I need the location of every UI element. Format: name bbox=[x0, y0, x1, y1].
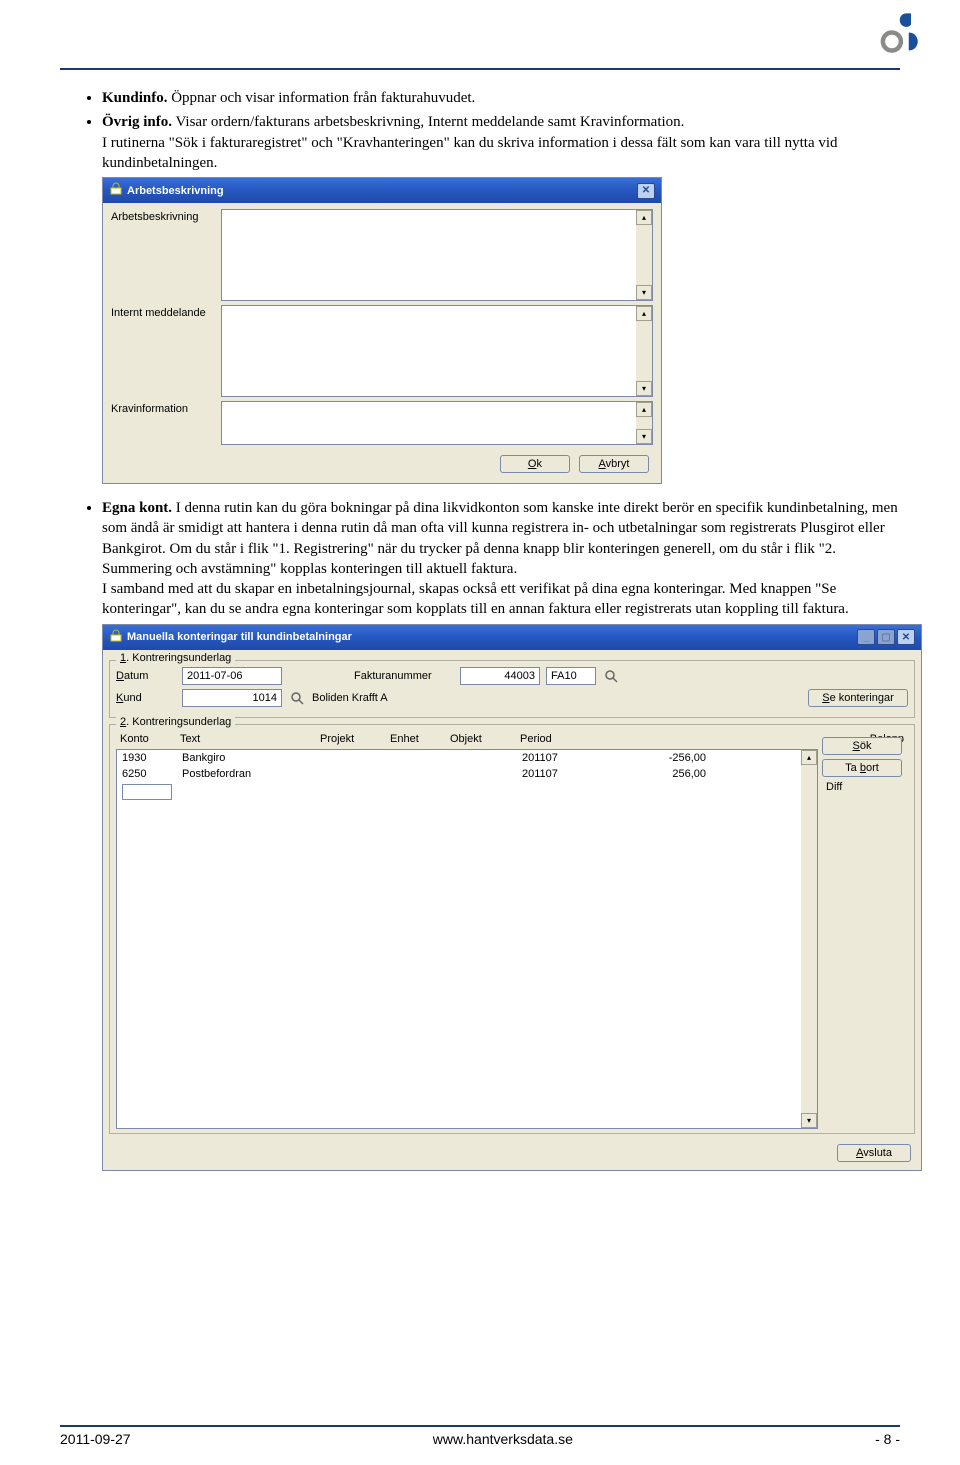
bullet-paragraph: I samband med att du skapar en inbetalni… bbox=[102, 579, 900, 620]
col-objekt: Objekt bbox=[450, 733, 520, 745]
close-icon[interactable]: ✕ bbox=[897, 629, 915, 645]
dialog-title: Arbetsbeskrivning bbox=[127, 185, 224, 197]
konto-input[interactable] bbox=[122, 784, 172, 800]
scrollbar[interactable]: ▴▾ bbox=[636, 210, 652, 300]
scroll-up-icon[interactable]: ▴ bbox=[636, 306, 652, 321]
bullet-label: Övrig info. bbox=[102, 114, 172, 130]
minimize-icon[interactable]: _ bbox=[857, 629, 875, 645]
maximize-icon[interactable]: ▢ bbox=[877, 629, 895, 645]
tab-kontreringsunderlag-2[interactable]: 2. Kontreringsunderlag bbox=[116, 716, 235, 728]
search-icon[interactable] bbox=[288, 689, 306, 707]
footer-page: - 8 - bbox=[875, 1431, 900, 1447]
close-icon[interactable]: ✕ bbox=[637, 183, 655, 199]
col-projekt: Projekt bbox=[320, 733, 390, 745]
scroll-up-icon[interactable]: ▴ bbox=[801, 750, 817, 765]
se-konteringar-button[interactable]: Se konteringar bbox=[808, 689, 908, 707]
bullet-list-1: Kundinfo. Öppnar och visar information f… bbox=[60, 88, 900, 173]
bullet-label: Kundinfo. bbox=[102, 90, 167, 106]
groupbox-kontreringsunderlag-2: 2. Kontreringsunderlag Sök Ta bort Diff … bbox=[109, 724, 915, 1134]
sok-button[interactable]: Sök bbox=[822, 737, 902, 755]
window-icon bbox=[109, 182, 123, 199]
grid-body[interactable]: 1930 Bankgiro 201107 -256,00 6250 Postbe… bbox=[116, 749, 818, 1129]
diff-label: Diff bbox=[822, 781, 902, 793]
arbetsbeskrivning-label: Arbetsbeskrivning bbox=[111, 209, 221, 223]
kravinfo-label: Kravinformation bbox=[111, 401, 221, 415]
tab-kontreringsunderlag-1[interactable]: 1. Kontreringsunderlag bbox=[116, 652, 235, 664]
table-row[interactable]: 1930 Bankgiro 201107 -256,00 bbox=[117, 750, 817, 766]
dialog-title: Manuella konteringar till kundinbetalnin… bbox=[127, 631, 352, 643]
footer-date: 2011-09-27 bbox=[60, 1431, 131, 1447]
kravinfo-textarea[interactable]: ▴▾ bbox=[221, 401, 653, 445]
bullet-paragraph: I rutinerna "Sök i fakturaregistret" och… bbox=[102, 133, 900, 174]
col-enhet: Enhet bbox=[390, 733, 450, 745]
list-item: Egna kont. I denna rutin kan du göra bok… bbox=[102, 498, 900, 620]
datum-input[interactable]: 2011-07-06 bbox=[182, 667, 282, 685]
arbetsbeskrivning-textarea[interactable]: ▴▾ bbox=[221, 209, 653, 301]
dialog-titlebar[interactable]: Manuella konteringar till kundinbetalnin… bbox=[103, 625, 921, 650]
search-icon[interactable] bbox=[602, 667, 620, 685]
col-konto: Konto bbox=[120, 733, 180, 745]
page-footer: 2011-09-27 www.hantverksdata.se - 8 - bbox=[60, 1425, 900, 1447]
tabort-button[interactable]: Ta bort bbox=[822, 759, 902, 777]
scrollbar[interactable]: ▴▾ bbox=[636, 402, 652, 444]
scroll-down-icon[interactable]: ▾ bbox=[636, 429, 652, 444]
window-icon bbox=[109, 629, 123, 646]
dialog-titlebar[interactable]: Arbetsbeskrivning ✕ bbox=[103, 178, 661, 203]
scroll-up-icon[interactable]: ▴ bbox=[636, 210, 652, 225]
internt-label: Internt meddelande bbox=[111, 305, 221, 319]
ok-button[interactable]: Ok bbox=[500, 455, 570, 473]
dialog-arbetsbeskrivning: Arbetsbeskrivning ✕ Arbetsbeskrivning ▴▾… bbox=[102, 177, 662, 484]
bullet-text: Öppnar och visar information från faktur… bbox=[167, 90, 475, 106]
kund-name-text: Boliden Krafft A bbox=[312, 692, 388, 704]
scrollbar[interactable]: ▴▾ bbox=[636, 306, 652, 396]
avsluta-button[interactable]: Avsluta bbox=[837, 1144, 911, 1162]
scroll-down-icon[interactable]: ▾ bbox=[636, 381, 652, 396]
fakturanummer-label: Fakturanummer bbox=[354, 670, 454, 682]
list-item: Kundinfo. Öppnar och visar information f… bbox=[102, 88, 900, 108]
groupbox-kontreringsunderlag-1: 1. Kontreringsunderlag Datum 2011-07-06 … bbox=[109, 660, 915, 718]
bullet-text: I denna rutin kan du göra bokningar på d… bbox=[102, 500, 898, 577]
dialog-manuella-konteringar: Manuella konteringar till kundinbetalnin… bbox=[102, 624, 922, 1171]
bullet-text: Visar ordern/fakturans arbetsbeskrivning… bbox=[172, 114, 684, 130]
footer-url: www.hantverksdata.se bbox=[433, 1431, 573, 1447]
header-rule bbox=[60, 68, 900, 70]
col-period: Period bbox=[520, 733, 610, 745]
bullet-label: Egna kont. bbox=[102, 500, 172, 516]
kund-input[interactable]: 1014 bbox=[182, 689, 282, 707]
fakturaserie-input[interactable]: FA10 bbox=[546, 667, 596, 685]
scroll-up-icon[interactable]: ▴ bbox=[636, 402, 652, 417]
scroll-down-icon[interactable]: ▾ bbox=[636, 285, 652, 300]
scrollbar[interactable]: ▴ ▾ bbox=[801, 750, 817, 1128]
table-row[interactable] bbox=[117, 782, 817, 805]
company-logo bbox=[875, 10, 920, 55]
datum-label: Datum bbox=[116, 670, 176, 682]
scroll-down-icon[interactable]: ▾ bbox=[801, 1113, 817, 1128]
list-item: Övrig info. Visar ordern/fakturans arbet… bbox=[102, 112, 900, 173]
col-text: Text bbox=[180, 733, 320, 745]
table-row[interactable]: 6250 Postbefordran 201107 256,00 bbox=[117, 766, 817, 782]
bullet-list-2: Egna kont. I denna rutin kan du göra bok… bbox=[60, 498, 900, 620]
grid-header: Konto Text Projekt Enhet Objekt Period B… bbox=[116, 733, 908, 745]
internt-textarea[interactable]: ▴▾ bbox=[221, 305, 653, 397]
kund-label: Kund bbox=[116, 692, 176, 704]
avbryt-button[interactable]: Avbryt bbox=[579, 455, 649, 473]
fakturanummer-input[interactable]: 44003 bbox=[460, 667, 540, 685]
